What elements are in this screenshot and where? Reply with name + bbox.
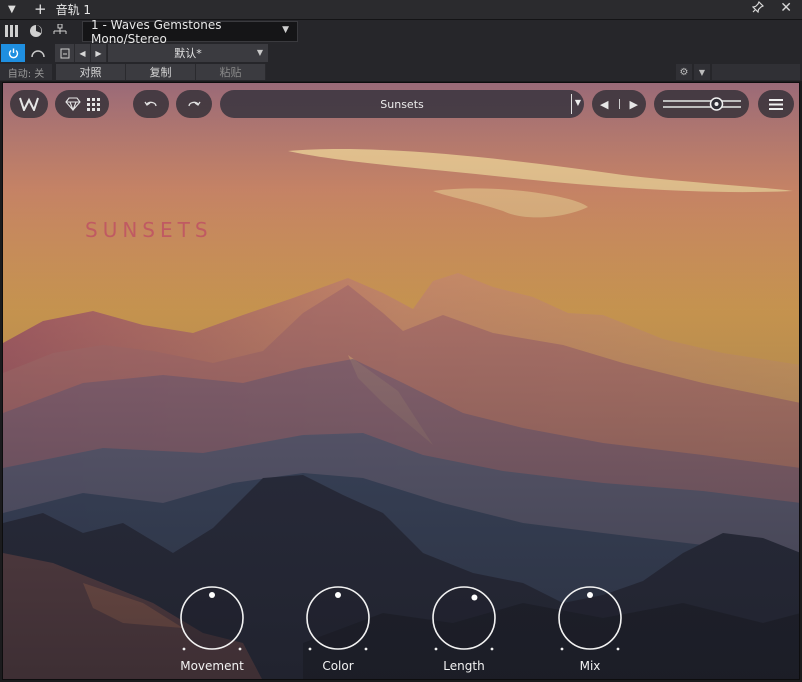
close-icon[interactable]: ✕ — [780, 1, 792, 16]
knob-pointer — [209, 592, 215, 598]
gemstones-browser-button[interactable] — [55, 90, 109, 118]
preset-file-button[interactable] — [55, 44, 75, 62]
redo-icon — [188, 101, 201, 107]
knob-label-length: Length — [443, 659, 485, 673]
output-level-slider[interactable] — [654, 90, 749, 118]
diamond-icon — [64, 97, 81, 111]
plus-icon[interactable]: + — [34, 2, 47, 17]
previous-preset-icon[interactable]: ◀ — [600, 98, 608, 111]
mixer-icon[interactable] — [2, 21, 22, 41]
power-icon — [8, 48, 18, 58]
gear-icon[interactable]: ⚙ — [676, 64, 692, 80]
preset-navigation: ◀ ▶ — [592, 90, 646, 118]
track-title: 音轨 1 — [55, 3, 92, 17]
waves-logo-icon — [19, 97, 39, 111]
chevron-down-icon: ▼ — [574, 98, 581, 107]
compare-button[interactable]: 对照 — [56, 64, 126, 80]
knob-mix[interactable]: Mix — [545, 583, 635, 678]
grid-icon — [86, 97, 100, 111]
hamburger-icon — [769, 98, 783, 110]
chevron-down-icon: ▼ — [282, 25, 289, 35]
redo-button[interactable] — [176, 90, 212, 118]
knob-label-movement: Movement — [180, 659, 244, 673]
copy-button[interactable]: 复制 — [126, 64, 196, 80]
knob-pointer — [471, 594, 478, 601]
sunset-mountain-artwork — [3, 83, 799, 679]
dial-icon[interactable] — [26, 21, 46, 41]
menu-button[interactable] — [758, 90, 794, 118]
host-preset-dropdown[interactable]: 默认* ▼ — [108, 44, 268, 62]
paste-button[interactable]: 粘贴 — [196, 64, 266, 80]
automation-status[interactable]: 自动: 关 — [0, 64, 52, 80]
chevron-down-icon: ▼ — [256, 48, 263, 57]
chevron-down-icon[interactable]: ▼ — [694, 64, 710, 80]
prev-preset-button[interactable]: ◀ — [75, 44, 91, 62]
host-preset-name: 默认* — [174, 47, 202, 60]
plugin-selector[interactable]: 1 - Waves Gemstones Mono/Stereo ▼ — [82, 18, 298, 46]
routing-icon[interactable] — [50, 21, 70, 41]
pin-icon[interactable] — [752, 0, 765, 16]
preset-selector[interactable]: Sunsets ▼ — [220, 90, 584, 118]
menu-icon[interactable]: ▼ — [8, 4, 20, 15]
knob-pointer — [587, 592, 593, 598]
next-preset-icon[interactable]: ▶ — [630, 98, 638, 111]
preset-file-icon — [60, 48, 69, 58]
power-button[interactable] — [1, 44, 25, 62]
gemstone-brand-title: SUNSETS — [85, 218, 213, 242]
bypass-icon — [31, 50, 45, 58]
host-side-field[interactable] — [712, 64, 800, 80]
knob-color[interactable]: Color — [293, 579, 383, 678]
preset-name: Sunsets — [380, 97, 424, 111]
knob-label-color: Color — [322, 659, 354, 673]
knob-label-mix: Mix — [579, 659, 601, 673]
knob-length[interactable]: Length — [419, 583, 509, 678]
waves-logo-button[interactable] — [10, 90, 48, 118]
bypass-button[interactable] — [25, 44, 51, 62]
plugin-selector-label: 1 - Waves Gemstones Mono/Stereo — [91, 17, 222, 46]
knob-pointer — [335, 592, 341, 598]
undo-icon — [144, 101, 157, 107]
knob-movement[interactable]: Movement — [167, 583, 257, 678]
plugin-window: Sunsets ▼ ◀ ▶ SUNSETS Movement Color Len… — [2, 82, 800, 680]
host-toolbar: 1 - Waves Gemstones Mono/Stereo ▼ ◀ ▶ 默认… — [0, 18, 802, 81]
undo-button[interactable] — [133, 90, 169, 118]
next-preset-button[interactable]: ▶ — [91, 44, 107, 62]
